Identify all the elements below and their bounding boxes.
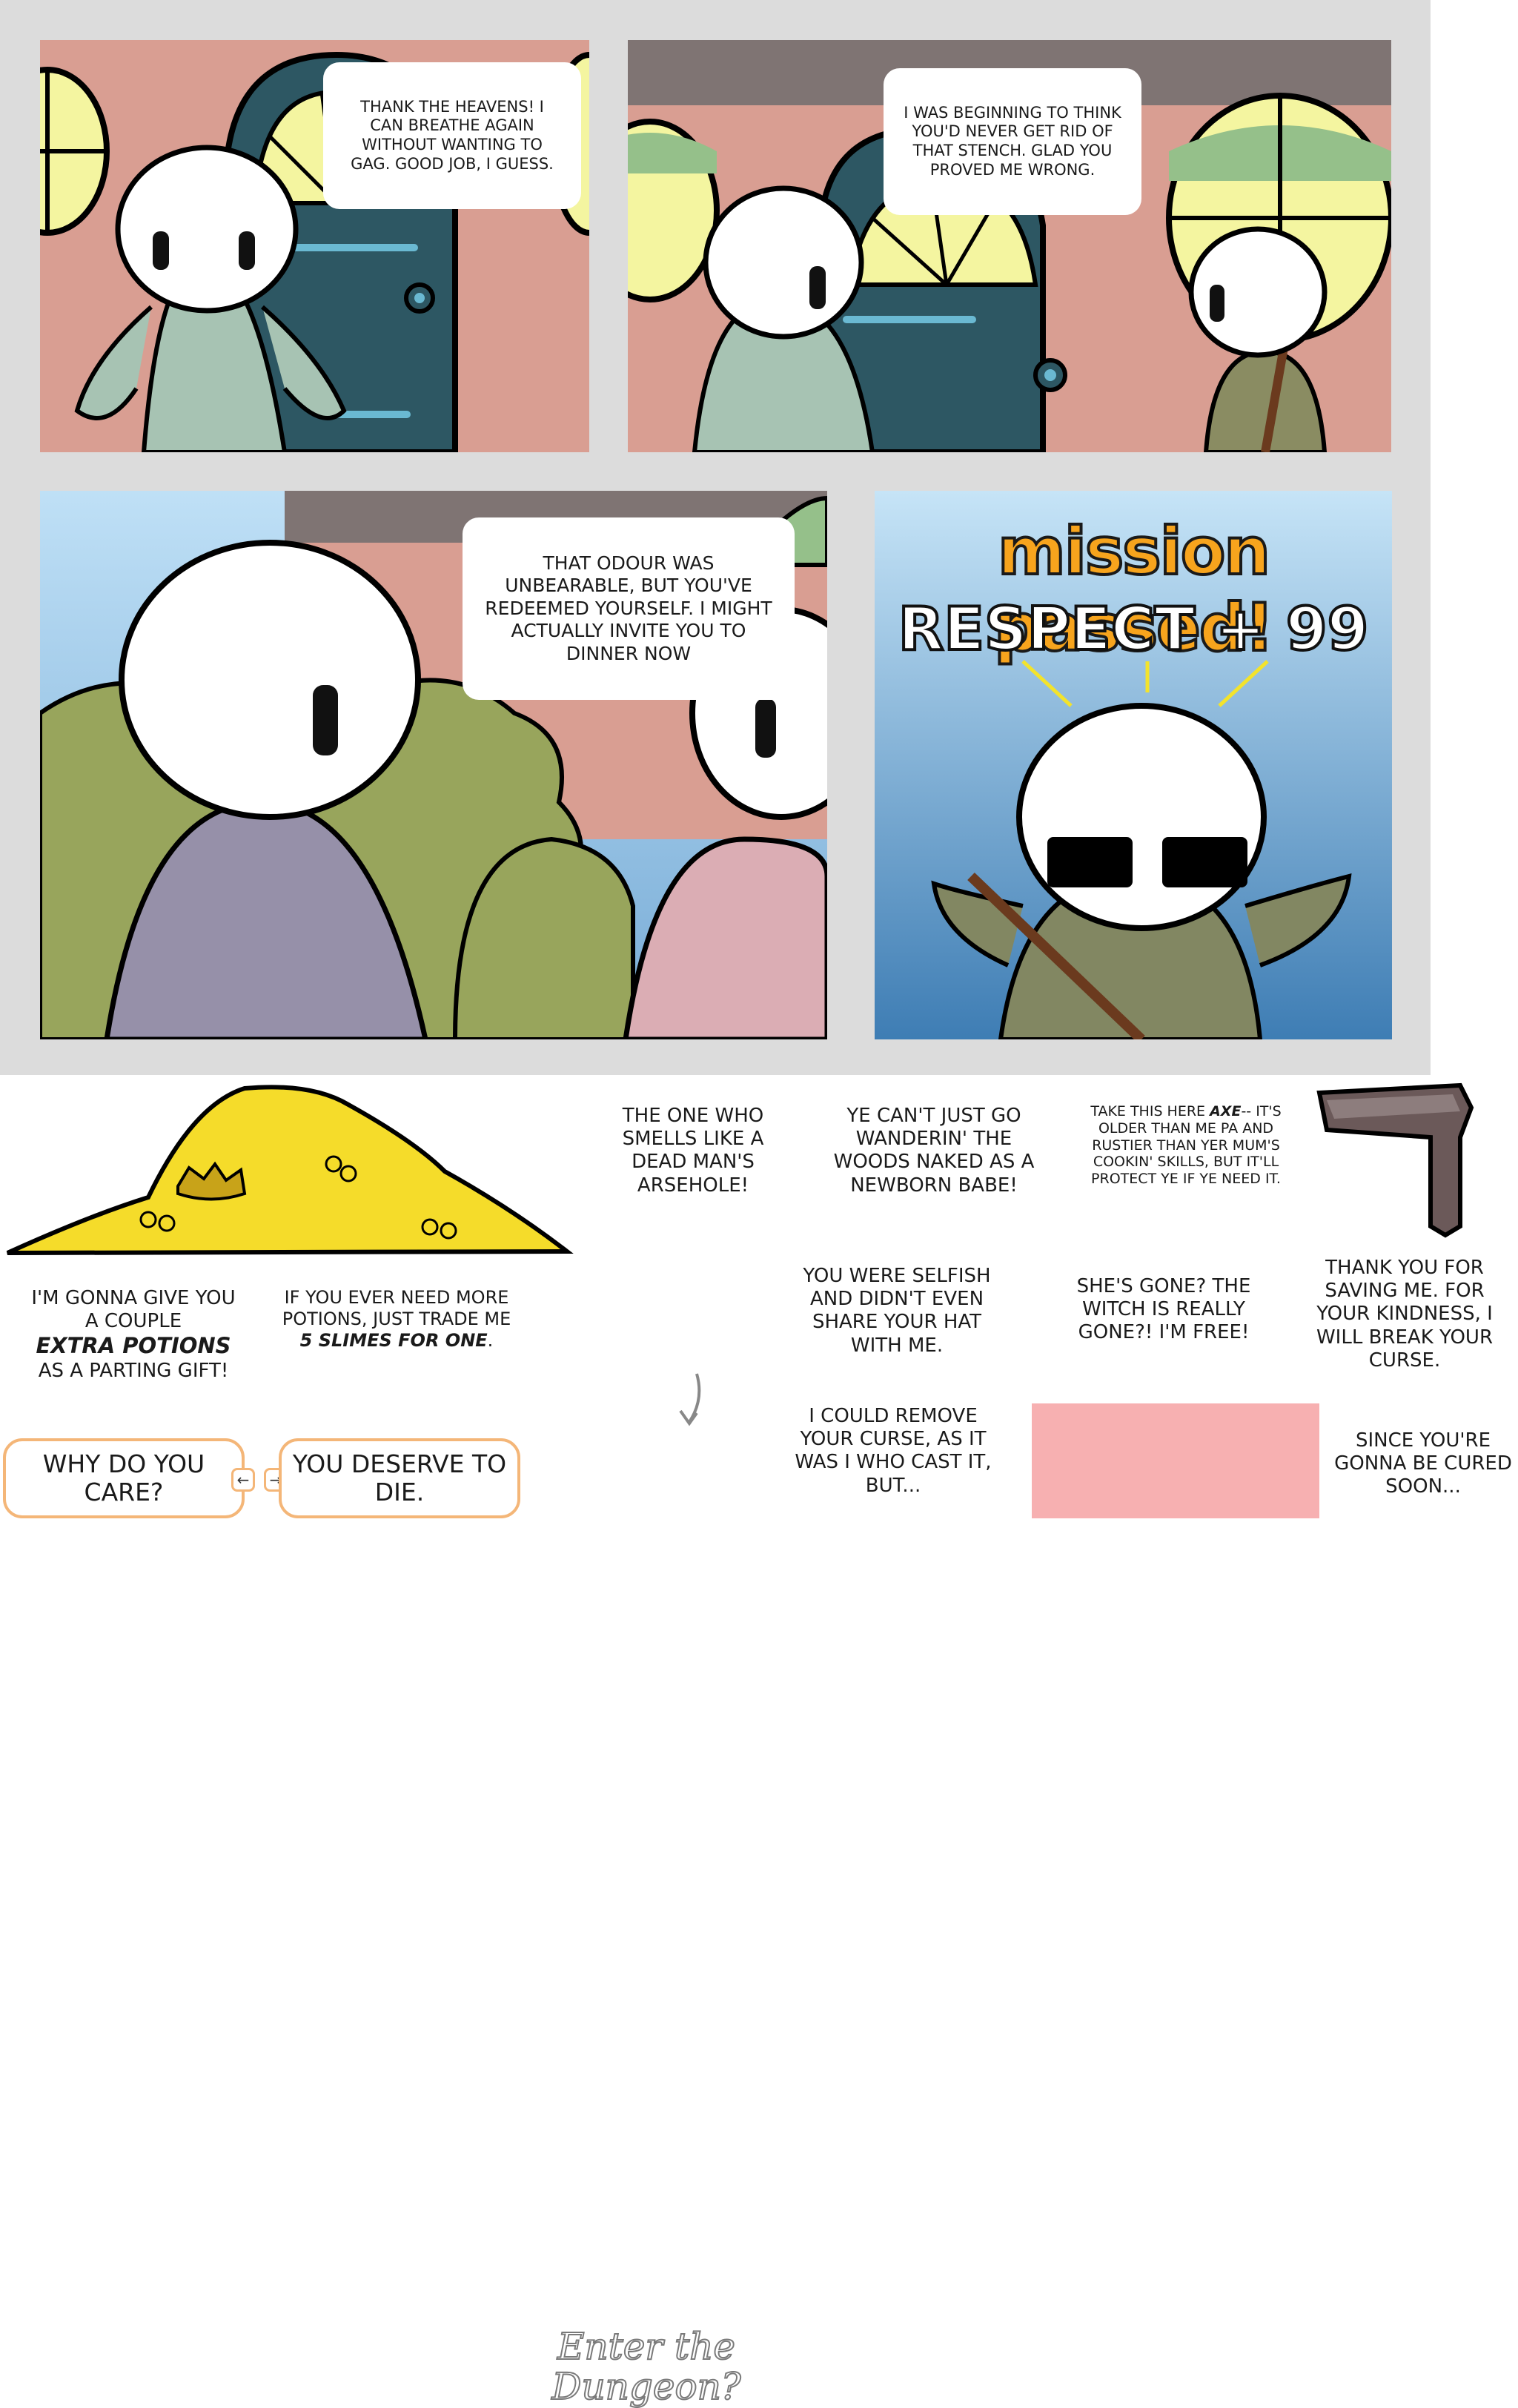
speech-bubble-1: THANK THE HEAVENS! I CAN BREATHE AGAIN W… [323,62,581,209]
dialogue-selfish: YOU WERE SELFISH AND DIDN'T EVEN SHARE Y… [803,1265,991,1357]
potions-pre: I'M GONNA GIVE YOU A COUPLE [31,1287,236,1333]
enter-dungeon-prompt[interactable]: Enter the Dungeon? [528,2326,765,2407]
dialogue-wanderin-naked: YE CAN'T JUST GO WANDERIN' THE WOODS NAK… [833,1105,1035,1197]
dialogue-remove-curse: I COULD REMOVE YOUR CURSE, AS IT WAS I W… [795,1405,992,1497]
speech-bubble-2: I WAS BEGINNING TO THINK YOU'D NEVER GET… [884,68,1141,215]
respect-counter: RESPECT + 99 [897,593,1370,665]
speech-bubble-3: THAT ODOUR WAS UNBEARABLE, BUT YOU'VE RE… [463,517,795,700]
rusty-axe-icon [1316,1082,1474,1238]
comic-page: THANK THE HEAVENS! I CAN BREATHE AGAIN W… [0,0,1431,1075]
panel-2: I WAS BEGINNING TO THINK YOU'D NEVER GET… [628,40,1391,452]
asset-sheet: THE ONE WHO SMELLS LIKE A DEAD MAN'S ARS… [0,1075,1518,2407]
dialogue-take-axe-em: AXE [1210,1103,1242,1119]
trade-post: . [487,1329,494,1351]
arrow-left-button[interactable]: ← [231,1468,255,1492]
speech-bubble-1-text: THANK THE HEAVENS! I CAN BREATHE AGAIN W… [351,97,554,173]
panel-3: THAT ODOUR WAS UNBEARABLE, BUT YOU'VE RE… [40,491,827,1039]
potions-post: AS A PARTING GIFT! [38,1359,229,1382]
speech-bubble-3-text: THAT ODOUR WAS UNBEARABLE, BUT YOU'VE RE… [485,552,772,664]
dialogue-take-axe: TAKE THIS HERE AXE-- IT'S OLDER THAN ME … [1078,1103,1293,1188]
pink-color-swatch [1032,1403,1319,1518]
speech-bubble-2-text: I WAS BEGINNING TO THINK YOU'D NEVER GET… [904,103,1121,179]
gold-pile-icon [6,1085,574,1255]
panel-1: THANK THE HEAVENS! I CAN BREATHE AGAIN W… [40,40,589,452]
dialogue-take-axe-pre: TAKE THIS HERE [1090,1103,1210,1119]
dialogue-trade-slimes: IF YOU EVER NEED MORE POTIONS, JUST TRAD… [278,1287,515,1351]
trade-em: 5 SLIMES FOR ONE [299,1329,488,1351]
dialogue-extra-potions: I'M GONNA GIVE YOU A COUPLE EXTRA POTION… [22,1287,245,1383]
choice-you-deserve-to-die-button[interactable]: YOU DESERVE TO DIE. [279,1438,520,1518]
trade-pre: IF YOU EVER NEED MORE POTIONS, JUST TRAD… [282,1287,511,1329]
dialogue-witch-gone: SHE'S GONE? THE WITCH IS REALLY GONE?! I… [1076,1275,1251,1344]
curved-arrow-down-icon [679,1373,701,1426]
dialogue-thank-you: THANK YOU FOR SAVING ME. FOR YOUR KINDNE… [1316,1257,1494,1372]
choice-why-do-you-care-button[interactable]: WHY DO YOU CARE? [3,1438,245,1518]
dialogue-smells-like: THE ONE WHO SMELLS LIKE A DEAD MAN'S ARS… [622,1105,764,1197]
potions-em: EXTRA POTIONS [36,1333,231,1359]
panel-4-mission-passed: mission passed! RESPECT + 99 [875,491,1392,1039]
dialogue-cured-soon: SINCE YOU'RE GONNA BE CURED SOON... [1334,1429,1512,1498]
curved-arrow-icon [667,2113,668,2114]
